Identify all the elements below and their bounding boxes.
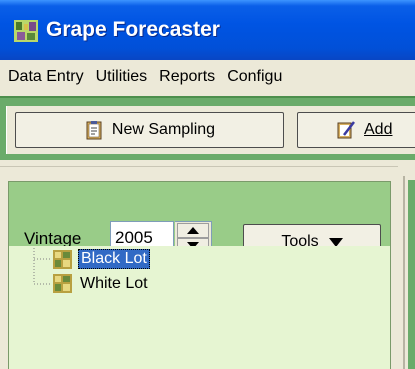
tree-item-white-lot[interactable]: White Lot	[53, 274, 150, 293]
new-sampling-label: New Sampling	[111, 121, 216, 138]
menu-data-entry[interactable]: Data Entry	[8, 68, 84, 86]
new-sampling-button[interactable]: New Sampling	[15, 112, 284, 148]
up-arrow-icon	[187, 227, 199, 234]
window-title: Grape Forecaster	[46, 18, 220, 41]
grape-app-icon	[14, 20, 38, 42]
add-label: Add	[364, 121, 393, 138]
right-pane-header	[408, 180, 415, 369]
splitter-edge	[403, 176, 405, 369]
tree-item-black-lot[interactable]: Black Lot	[53, 249, 150, 269]
menu-utilities[interactable]: Utilities	[96, 68, 148, 86]
add-button[interactable]: Add	[297, 112, 415, 148]
tree-item-label: Black Lot	[78, 249, 150, 269]
toolbar-band: New Sampling Add	[0, 96, 415, 160]
tree-item-label: White Lot	[80, 274, 148, 292]
lot-icon	[53, 249, 72, 269]
clipboard-icon	[86, 121, 102, 140]
menu-reports[interactable]: Reports	[159, 68, 215, 86]
menu-configuration[interactable]: Configu	[227, 68, 282, 86]
lot-icon	[53, 274, 72, 293]
menu-bar: Data Entry Utilities Reports Configu	[0, 60, 415, 93]
title-bar: Grape Forecaster	[0, 0, 415, 60]
spin-up-button[interactable]	[177, 223, 209, 238]
toolbar: New Sampling Add	[6, 106, 415, 154]
edit-icon	[337, 121, 355, 139]
